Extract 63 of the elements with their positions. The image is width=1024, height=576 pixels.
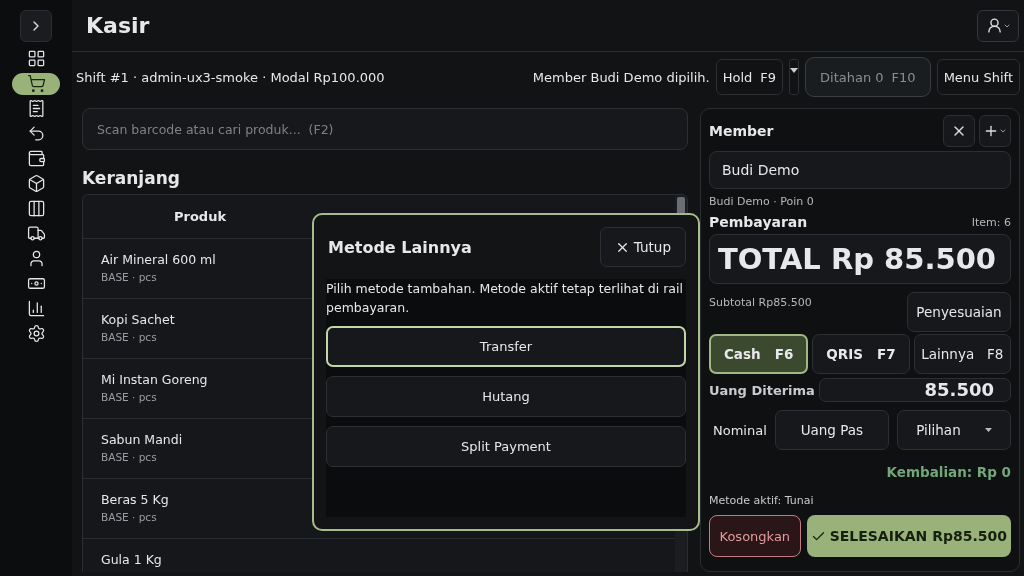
product-name: Kopi Sachet xyxy=(101,312,175,327)
caret-icon xyxy=(999,127,1007,135)
payment-method-button[interactable]: Cash F6 xyxy=(709,334,809,374)
field-label: Nominal xyxy=(712,422,768,438)
options-dropdown[interactable]: Pilihan xyxy=(896,410,1011,450)
subtotal-text: Subtotal Rp85.500 xyxy=(709,296,813,309)
panel-title: Pembayaran xyxy=(709,214,809,230)
close-button[interactable]: Tutup xyxy=(599,227,686,267)
product-unit: BASE · pcs xyxy=(101,391,157,403)
product-unit: BASE · pcs xyxy=(101,451,157,463)
clear-button[interactable]: Kosongkan xyxy=(709,515,801,557)
product-unit: BASE · pcs xyxy=(101,271,157,283)
product-name: Mi Instan Goreng xyxy=(101,372,208,387)
caret-icon xyxy=(984,428,992,432)
method-option[interactable]: Split Payment xyxy=(326,426,686,467)
cart-icon xyxy=(26,74,46,93)
finish-button[interactable]: SELESAIKAN Rp85.500 xyxy=(806,515,1011,557)
plus-icon xyxy=(983,123,999,139)
user-icon xyxy=(985,17,1003,34)
method-option[interactable]: Hutang xyxy=(326,376,686,417)
profile-button[interactable] xyxy=(977,9,1019,42)
payment-method-button[interactable]: QRIS F7 xyxy=(812,334,910,374)
bar-chart-icon xyxy=(26,299,46,318)
change-amount: Kembalian: Rp 0 xyxy=(885,464,1011,480)
dialog-title: Metode Lainnya xyxy=(327,237,473,257)
section-title: Keranjang xyxy=(82,168,181,188)
field-label: Uang Diterima xyxy=(709,382,815,398)
shift-menu-button[interactable]: Menu Shift xyxy=(936,59,1020,95)
payment-method-button[interactable]: Lainnya F8 xyxy=(913,334,1011,374)
active-method: Metode aktif: Tunai xyxy=(709,494,815,507)
wallet-icon xyxy=(26,149,46,168)
add-button[interactable] xyxy=(979,115,1011,147)
item-count: Item: 6 xyxy=(971,215,1011,229)
received-amount-field[interactable]: 85.500 xyxy=(818,378,1011,402)
member-field[interactable]: Budi Demo xyxy=(709,151,1011,189)
product-name: Sabun Mandi xyxy=(101,432,183,447)
close-button[interactable] xyxy=(943,115,975,147)
hold-dropdown-button[interactable] xyxy=(789,59,800,95)
truck-icon xyxy=(26,224,46,243)
hold-button[interactable]: Hold F9 xyxy=(715,59,784,95)
product-name: Beras 5 Kg xyxy=(101,492,169,507)
panel-title: Member xyxy=(709,123,775,139)
total-amount: TOTAL Rp 85.500 xyxy=(709,234,1011,284)
member-notice: Member Budi Demo dipilih. xyxy=(532,69,710,85)
caret-icon xyxy=(790,68,799,73)
adjustment-button[interactable]: Penyesuaian xyxy=(907,292,1011,332)
table-icon xyxy=(26,199,46,218)
grid-icon xyxy=(26,49,46,68)
product-name: Air Mineral 600 ml xyxy=(101,252,216,267)
page-title: Kasir xyxy=(86,13,150,38)
exact-amount-button[interactable]: Uang Pas xyxy=(774,410,889,450)
method-option[interactable]: Transfer xyxy=(326,326,686,367)
member-info: Budi Demo · Poin 0 xyxy=(709,195,815,208)
box-icon xyxy=(26,174,46,193)
dialog-text: Pilih metode tambahan. Metode aktif tetap terlihat di rail pembayaran. xyxy=(326,280,684,317)
product-name: Gula 1 Kg xyxy=(101,552,162,567)
product-unit: BASE · pcs xyxy=(101,331,157,343)
expand-button[interactable] xyxy=(20,10,52,42)
search-field[interactable]: Scan barcode atau cari produk... (F2) xyxy=(82,108,688,150)
settings-icon xyxy=(26,324,46,343)
product-unit: BASE · pcs xyxy=(101,511,157,523)
sidebar-item[interactable] xyxy=(12,72,60,95)
shift-info: Shift #1 · admin-ux3-smoke · Modal Rp100.000 xyxy=(76,69,386,85)
